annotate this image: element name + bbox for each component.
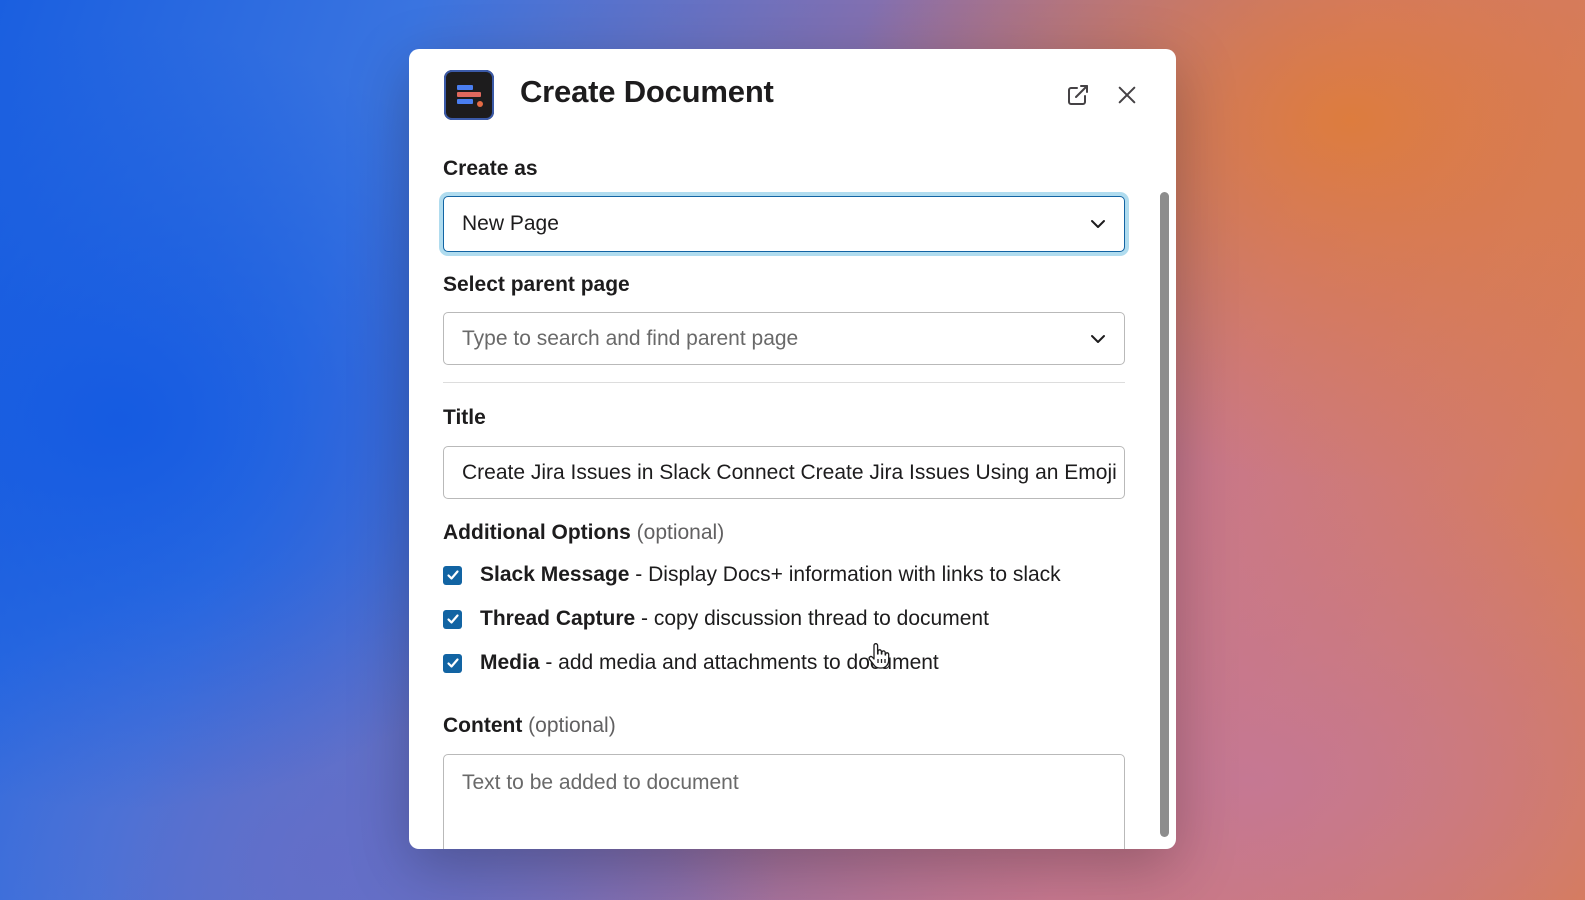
create-as-value: New Page [462, 212, 559, 235]
dialog-title: Create Document [520, 74, 774, 109]
checkmark-icon [446, 570, 459, 580]
dialog-scrollbar[interactable] [1160, 192, 1169, 837]
hand-pointer-icon [868, 643, 890, 669]
option-name: Slack Message [480, 563, 630, 586]
create-as-label: Create as [443, 157, 538, 180]
open-in-new-window-button[interactable] [1062, 79, 1094, 111]
parent-page-label: Select parent page [443, 273, 630, 296]
chevron-down-icon [1091, 220, 1105, 228]
checkmark-icon [446, 658, 459, 668]
content-label: Content (optional) [443, 714, 616, 738]
option-name: Media [480, 651, 540, 674]
close-button[interactable] [1111, 79, 1143, 111]
title-input[interactable]: Create Jira Issues in Slack Connect Crea… [443, 446, 1125, 499]
content-title: Content [443, 714, 523, 737]
title-label: Title [443, 406, 486, 429]
additional-options-title: Additional Options [443, 521, 631, 544]
chevron-down-icon [1091, 334, 1105, 343]
option-slack-message[interactable]: Slack Message - Display Docs+ informatio… [443, 561, 1061, 589]
close-icon [1118, 86, 1136, 104]
additional-options-label: Additional Options (optional) [443, 521, 724, 545]
checkbox[interactable] [443, 565, 462, 585]
dialog-header: Create Document [409, 49, 1176, 145]
parent-page-select[interactable]: Type to search and find parent page [443, 312, 1125, 365]
option-name: Thread Capture [480, 607, 636, 630]
docs-plus-logo-icon [444, 70, 494, 120]
create-as-select[interactable]: New Page [443, 196, 1125, 252]
create-document-dialog: Create Document Create as New Page Selec… [409, 49, 1176, 849]
checkbox[interactable] [443, 653, 462, 673]
section-divider [443, 382, 1125, 383]
content-textarea[interactable]: Text to be added to document [443, 754, 1125, 849]
external-link-icon [1068, 85, 1088, 105]
checkmark-icon [446, 614, 459, 624]
option-description: - copy discussion thread to document [641, 607, 989, 630]
parent-page-placeholder: Type to search and find parent page [462, 326, 799, 350]
optional-hint: (optional) [636, 521, 725, 544]
option-media[interactable]: Media - add media and attachments to doc… [443, 649, 939, 677]
option-description: - Display Docs+ information with links t… [635, 563, 1061, 586]
optional-hint: (optional) [528, 714, 616, 737]
checkbox[interactable] [443, 609, 462, 629]
option-thread-capture[interactable]: Thread Capture - copy discussion thread … [443, 605, 989, 633]
